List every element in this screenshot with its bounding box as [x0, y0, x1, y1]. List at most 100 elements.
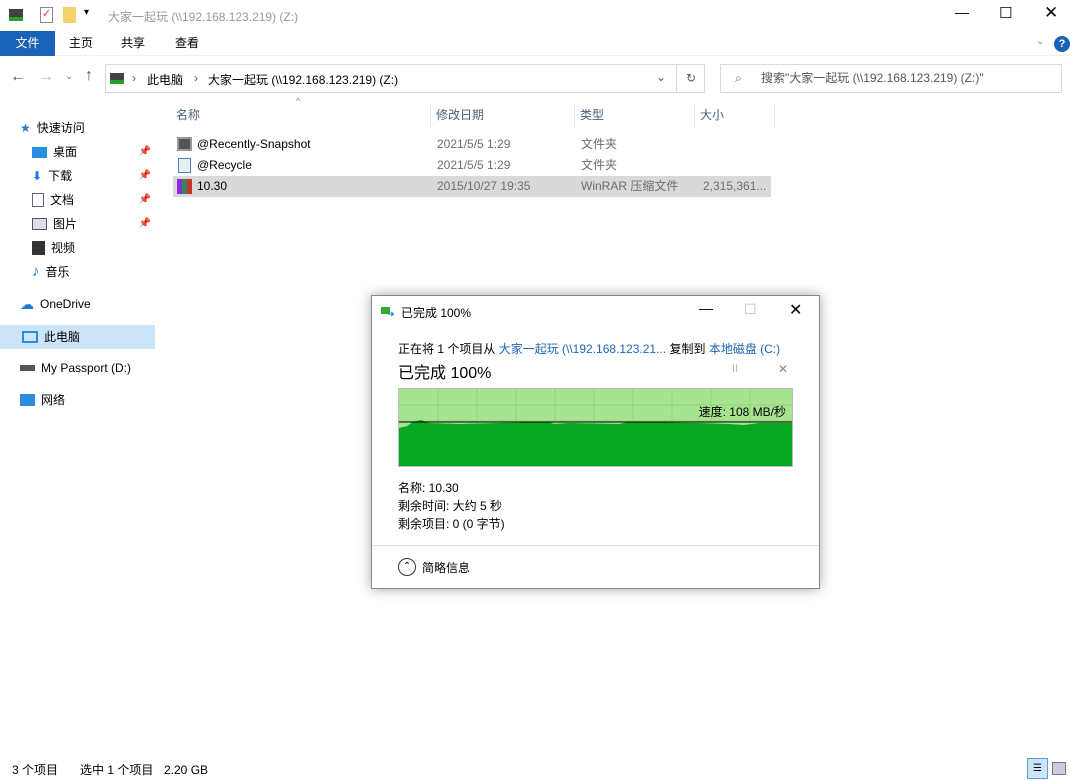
help-icon[interactable]: ? [1054, 36, 1070, 52]
pause-button[interactable]: II [732, 363, 738, 375]
music-icon: ♪ [32, 261, 40, 283]
network-icon [20, 394, 35, 406]
file-row[interactable]: @Recycle 2021/5/5 1:29 文件夹 [173, 155, 771, 176]
less-info-label: 简略信息 [422, 559, 470, 576]
minimize-button[interactable]: — [955, 4, 969, 20]
dialog-minimize-button[interactable]: — [699, 300, 713, 316]
file-type: 文件夹 [581, 155, 617, 176]
star-icon: ★ [20, 117, 31, 139]
up-button[interactable]: ↑ [85, 67, 93, 85]
recycle-folder-icon [178, 158, 191, 173]
sidebar-item-network[interactable]: 网络 [20, 389, 155, 411]
close-button[interactable]: ✕ [1044, 3, 1058, 23]
dialog-title: 已完成 100% [401, 304, 471, 321]
new-folder-icon[interactable] [63, 7, 76, 23]
back-button[interactable]: ← [10, 68, 26, 86]
sidebar-item-label: OneDrive [40, 293, 91, 315]
column-header-name[interactable]: 名称 [171, 103, 431, 127]
search-placeholder: 搜索"大家一起玩 (\\192.168.123.219) (Z:)" [761, 71, 984, 85]
sidebar-item-this-pc[interactable]: 此电脑 [0, 325, 155, 349]
chevron-up-icon: ⌃ [398, 558, 416, 576]
destination-link[interactable]: 本地磁盘 (C:) [709, 342, 780, 356]
pin-icon[interactable]: 📌 [139, 213, 151, 235]
items-remaining-label: 剩余项目: 0 (0 字节) [398, 515, 505, 532]
search-input[interactable]: ⌕ 搜索"大家一起玩 (\\192.168.123.219) (Z:)" [720, 64, 1062, 93]
sidebar-item-my-passport[interactable]: My Passport (D:) [20, 357, 155, 379]
cancel-button[interactable]: ✕ [778, 362, 788, 376]
window-title: 大家一起玩 (\\192.168.123.219) (Z:) [108, 8, 298, 25]
pin-icon[interactable]: 📌 [139, 141, 151, 163]
sidebar-item-quick-access[interactable]: ★快速访问 [20, 117, 155, 139]
column-header-size[interactable]: 大小 [695, 103, 775, 127]
drive-icon [20, 365, 35, 371]
sidebar-item-videos[interactable]: 视频 [32, 237, 155, 259]
sidebar-item-downloads[interactable]: ⬇ 下载 📌 [32, 165, 155, 187]
chevron-right-icon: › [194, 71, 198, 85]
network-drive-icon [9, 9, 23, 21]
file-size: 2,315,361... [703, 176, 766, 197]
maximize-button[interactable]: ☐ [999, 4, 1012, 22]
column-header-type[interactable]: 类型 [575, 103, 695, 127]
pin-icon[interactable]: 📌 [139, 165, 151, 187]
search-icon: ⌕ [735, 65, 742, 92]
column-header-date[interactable]: 修改日期 [431, 103, 575, 127]
details-view-button[interactable]: ☰ [1027, 758, 1048, 779]
dialog-maximize-button: ☐ [744, 301, 757, 318]
title-bar: ✓ ▾ 大家一起玩 (\\192.168.123.219) (Z:) — ☐ ✕ [0, 0, 1071, 31]
chevron-right-icon: › [132, 71, 136, 85]
sidebar-item-label: 网络 [41, 389, 65, 411]
file-date: 2015/10/27 19:35 [437, 176, 530, 197]
address-bar[interactable]: › 此电脑 › 大家一起玩 (\\192.168.123.219) (Z:) ⌄… [105, 64, 705, 93]
pin-icon[interactable]: 📌 [139, 189, 151, 211]
expand-ribbon-icon[interactable]: ⌄ [1036, 36, 1044, 47]
dialog-close-button[interactable]: ✕ [789, 300, 802, 320]
sidebar-item-label: 视频 [51, 237, 75, 259]
sidebar-item-documents[interactable]: 文档 📌 [32, 189, 155, 211]
tab-share[interactable]: 共享 [107, 31, 159, 56]
tab-view[interactable]: 查看 [159, 31, 215, 56]
customize-toolbar-icon[interactable]: ▾ [84, 7, 89, 18]
arrow-icon: ➜ [387, 309, 395, 320]
forward-button[interactable]: → [38, 68, 54, 86]
ribbon-tabs: 文件 主页 共享 查看 ⌄ ? [0, 31, 1071, 56]
file-name-label: 名称: 10.30 [398, 479, 459, 496]
sidebar-item-label: 文档 [50, 189, 74, 211]
file-date: 2021/5/5 1:29 [437, 155, 510, 176]
file-row[interactable]: @Recently-Snapshot 2021/5/5 1:29 文件夹 [173, 134, 771, 155]
sidebar-item-music[interactable]: ♪ 音乐 [32, 261, 155, 283]
item-count: 3 个项目 [12, 760, 58, 780]
sidebar-item-desktop[interactable]: 桌面 📌 [32, 141, 155, 163]
desc-mid: 复制到 [669, 342, 705, 356]
tab-file[interactable]: 文件 [0, 31, 55, 56]
file-type: WinRAR 压缩文件 [581, 176, 678, 197]
less-info-button[interactable]: ⌃ 简略信息 [398, 558, 470, 576]
winrar-archive-icon [177, 179, 192, 194]
sidebar-item-label: 此电脑 [44, 326, 80, 348]
divider [372, 545, 819, 546]
desc-prefix: 正在将 1 个项目从 [398, 342, 495, 356]
source-link[interactable]: 大家一起玩 (\\192.168.123.21... [499, 342, 666, 356]
network-drive-icon [110, 73, 124, 84]
breadcrumb-this-pc[interactable]: 此电脑 [147, 71, 183, 88]
sidebar-item-label: 下载 [48, 165, 72, 187]
sidebar-item-pictures[interactable]: 图片📌 [32, 213, 155, 235]
refresh-button[interactable]: ↻ [676, 65, 705, 92]
file-row-selected[interactable]: 10.30 2015/10/27 19:35 WinRAR 压缩文件 2,315… [173, 176, 771, 197]
download-icon: ⬇ [32, 165, 42, 187]
pictures-icon [32, 218, 47, 230]
speed-graph-svg [399, 389, 792, 466]
sidebar-item-label: My Passport (D:) [41, 357, 131, 379]
properties-icon[interactable]: ✓ [40, 7, 53, 23]
file-name: 10.30 [197, 176, 227, 197]
sidebar-item-label: 桌面 [53, 141, 77, 163]
address-dropdown-icon[interactable]: ⌄ [656, 70, 666, 84]
speed-graph: 速度: 108 MB/秒 [398, 388, 793, 467]
tab-home[interactable]: 主页 [55, 31, 107, 56]
recent-locations-button[interactable]: ⌄ [65, 71, 73, 82]
file-date: 2021/5/5 1:29 [437, 134, 510, 155]
sidebar-item-onedrive[interactable]: ☁OneDrive [20, 293, 155, 315]
large-icons-view-button[interactable] [1052, 762, 1066, 775]
sidebar-item-label: 音乐 [46, 261, 70, 283]
computer-icon [22, 331, 38, 343]
breadcrumb-current[interactable]: 大家一起玩 (\\192.168.123.219) (Z:) [208, 71, 398, 88]
